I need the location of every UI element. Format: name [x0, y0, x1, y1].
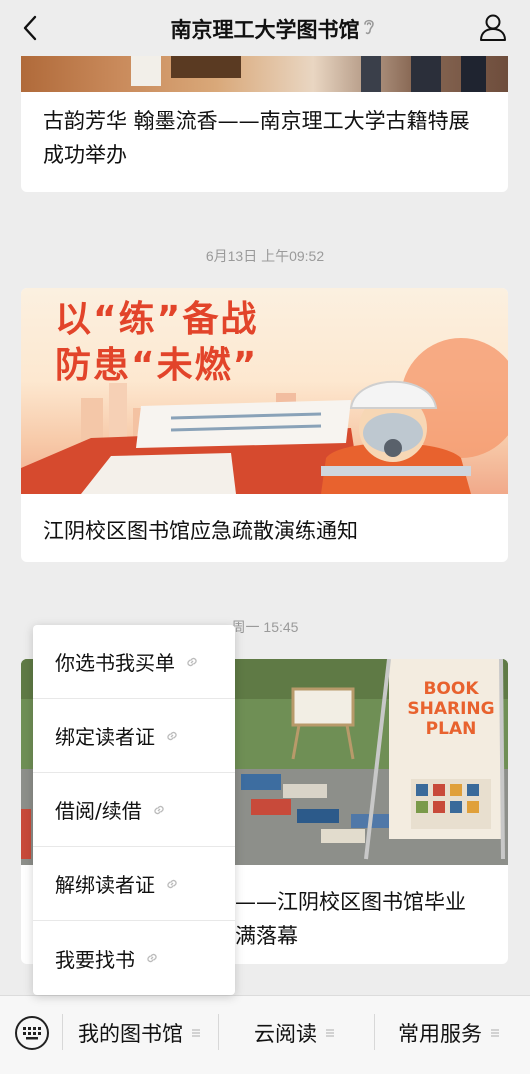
- divider: [374, 1014, 375, 1050]
- article-title: 古韵芳华 翰墨流香——南京理工大学古籍特展成功举办: [43, 109, 470, 167]
- link-icon: [187, 657, 197, 666]
- top-bar: 南京理工大学图书馆: [0, 0, 530, 56]
- submenu-indicator-icon: [326, 1029, 334, 1037]
- poster-line: PLAN: [425, 719, 477, 739]
- poster-line: SHARING: [407, 699, 495, 719]
- menu-item-unbind-card[interactable]: 解绑读者证: [33, 847, 235, 921]
- menu-item-find-book[interactable]: 我要找书: [33, 921, 235, 995]
- custom-menu-bar: 我的图书馆 云阅读 常用服务: [0, 995, 530, 1074]
- article-title-line: 满落幕: [235, 924, 298, 948]
- menu-tab-label: 云阅读: [254, 1022, 317, 1046]
- menu-item-bind-card[interactable]: 绑定读者证: [33, 699, 235, 773]
- menu-item-label: 解绑读者证: [55, 873, 155, 897]
- menu-item-label: 绑定读者证: [55, 725, 155, 749]
- keyboard-toggle-button[interactable]: [14, 1015, 50, 1051]
- article-card[interactable]: 以“练”备战 防患“未燃” 江阴校区图书馆应急疏散演练通知: [21, 288, 508, 562]
- menu-item-label: 借阅/续借: [55, 799, 142, 823]
- page-title: 南京理工大学图书馆: [170, 18, 360, 42]
- article-image: [21, 56, 508, 92]
- link-icon: [147, 953, 157, 963]
- menu-item-label: 我要找书: [55, 947, 135, 972]
- submenu-popup: 你选书我买单 绑定读者证 借阅/续借 解绑读者证 我要找书: [33, 625, 235, 995]
- article-title-line: ——江阴校区图书馆毕业: [235, 890, 466, 914]
- poster-headline: 以“练”备战: [55, 299, 259, 340]
- ear-icon: [364, 19, 374, 35]
- link-icon: [167, 731, 177, 740]
- menu-tab-common-services[interactable]: 常用服务: [398, 1018, 500, 1048]
- submenu-indicator-icon: [192, 1029, 200, 1037]
- submenu-indicator-icon: [491, 1029, 499, 1037]
- poster-headline: 防患“未燃”: [55, 345, 259, 386]
- menu-item-label: 你选书我买单: [55, 651, 175, 675]
- user-profile-button[interactable]: [478, 12, 508, 42]
- divider: [62, 1014, 63, 1050]
- menu-tab-label: 常用服务: [398, 1022, 482, 1046]
- menu-tab-label: 我的图书馆: [78, 1022, 183, 1046]
- menu-item-borrow-renew[interactable]: 借阅/续借: [33, 773, 235, 847]
- link-icon: [167, 879, 177, 888]
- menu-tab-my-library[interactable]: 我的图书馆: [78, 1018, 201, 1048]
- poster-line: BOOK: [423, 679, 479, 699]
- user-icon: [480, 14, 506, 41]
- menu-item-book-purchase[interactable]: 你选书我买单: [33, 625, 235, 699]
- divider: [218, 1014, 219, 1050]
- poster-text: BOOK SHARING PLAN: [401, 679, 501, 739]
- article-image: 以“练”备战 防患“未燃”: [21, 288, 508, 494]
- message-timestamp: 6月13日 上午09:52: [205, 248, 325, 264]
- article-title: 江阴校区图书馆应急疏散演练通知: [43, 519, 358, 543]
- keyboard-icon: [15, 1016, 49, 1050]
- menu-tab-cloud-reading[interactable]: 云阅读: [254, 1018, 335, 1048]
- link-icon: [154, 805, 164, 814]
- article-card[interactable]: 古韵芳华 翰墨流香——南京理工大学古籍特展成功举办: [21, 56, 508, 192]
